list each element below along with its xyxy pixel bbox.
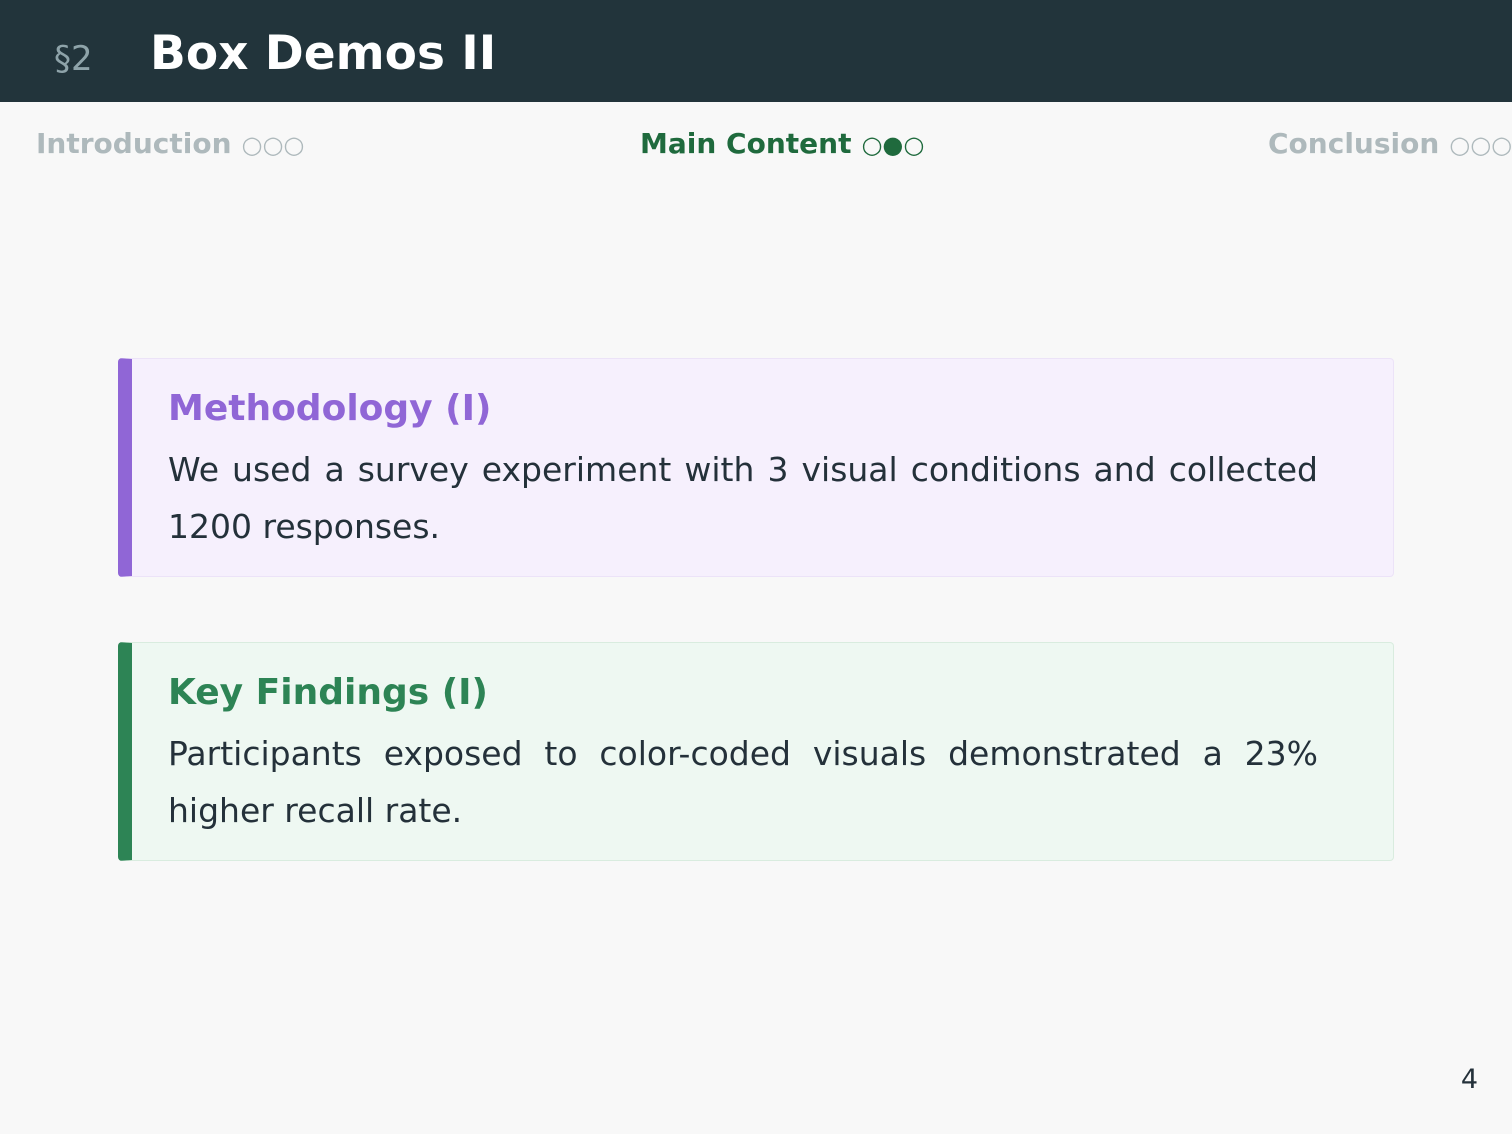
key-findings-box: Key Findings (I) Participants exposed to… [118, 642, 1394, 861]
slide-header: §2 Box Demos II [0, 0, 1512, 102]
section-number: §2 [54, 39, 93, 79]
methodology-box-body: We used a survey experiment with 3 visua… [168, 450, 1318, 546]
nav-item-introduction[interactable]: Introduction ○○○ [36, 124, 304, 165]
key-findings-box-body: Participants exposed to color-coded visu… [168, 734, 1318, 830]
page-number: 4 [1460, 1064, 1478, 1095]
methodology-box: Methodology (I) We used a survey experim… [118, 358, 1394, 577]
nav-progress-dots: ○○○ [1449, 131, 1512, 159]
nav-item-label: Introduction [36, 127, 232, 160]
nav-progress-dots: ○○○ [241, 131, 305, 159]
slide-title: Box Demos II [150, 26, 497, 81]
nav-item-main-content[interactable]: Main Content ○●○ [640, 124, 924, 165]
nav-item-label: Conclusion [1268, 127, 1440, 160]
methodology-box-title: Methodology (I) [168, 388, 492, 429]
key-findings-box-title: Key Findings (I) [168, 672, 489, 713]
nav-progress-dots: ○●○ [861, 131, 925, 159]
nav-item-conclusion[interactable]: Conclusion ○○○ [1268, 124, 1512, 165]
nav-item-label: Main Content [640, 127, 852, 160]
